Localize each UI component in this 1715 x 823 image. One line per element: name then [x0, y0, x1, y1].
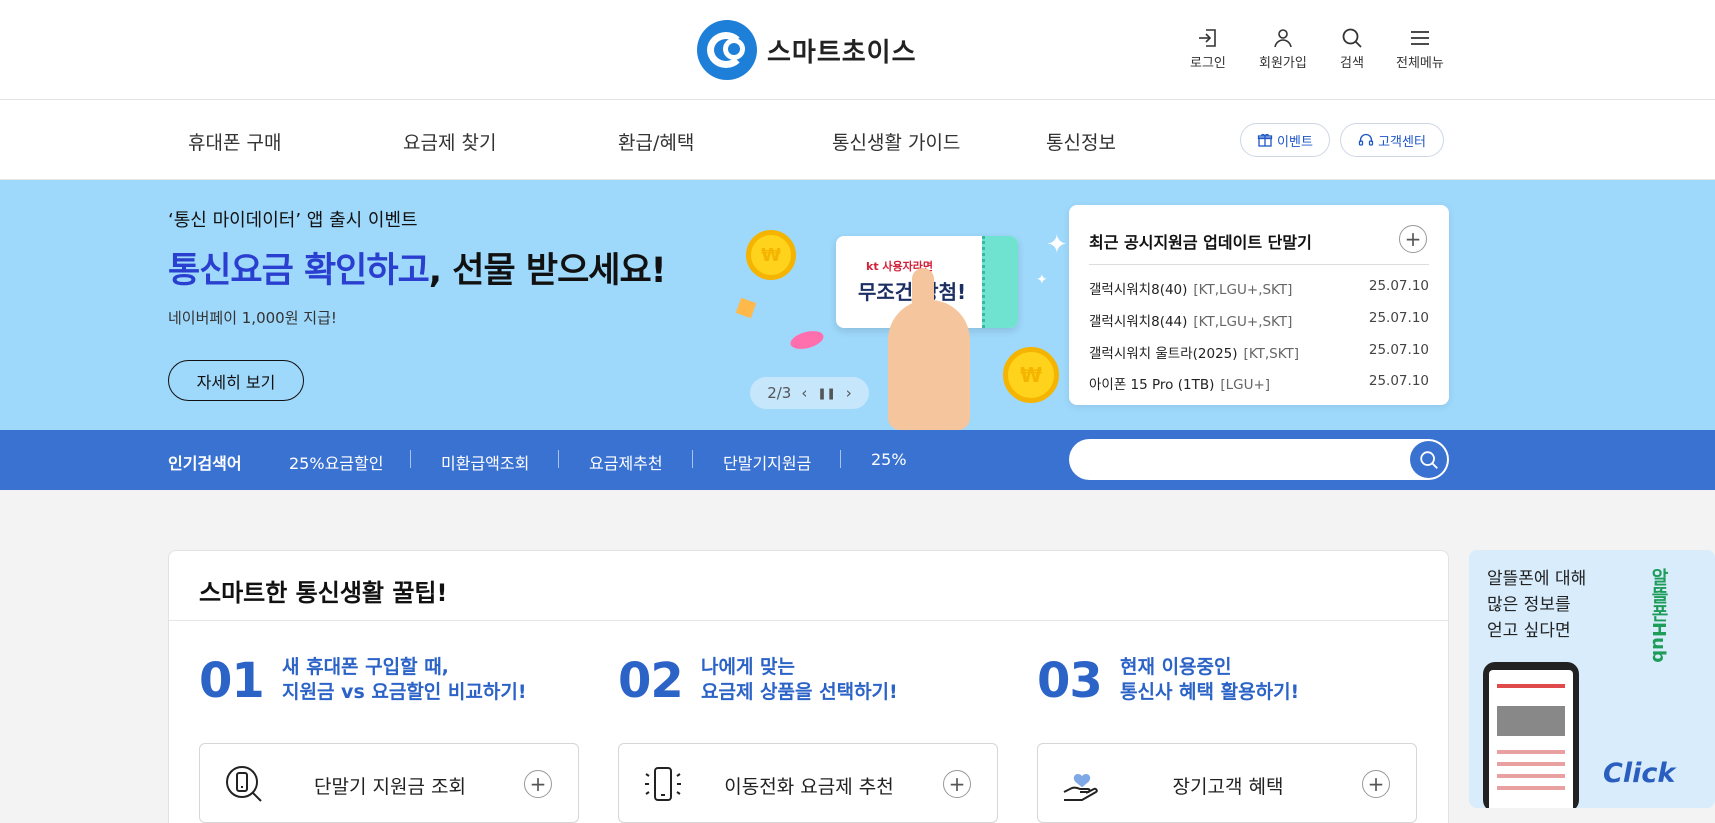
event-label: 이벤트 [1277, 134, 1313, 150]
divider [692, 450, 693, 468]
banner-title: 통신요금 확인하고, 선물 받으세요! [168, 242, 667, 293]
ad-brand-logo: 알뜰폰Hub [1648, 568, 1669, 663]
step-number: 02 [618, 653, 684, 709]
keyword-link[interactable]: 미환급액조회 [441, 450, 529, 474]
divider [840, 450, 841, 468]
coin-icon: ₩ [746, 230, 796, 280]
update-panel: 최근 공시지원금 업데이트 단말기 + 갤럭시워치8(40) [KT,LGU+,S… [1069, 205, 1449, 405]
search-icon [1419, 450, 1438, 469]
divider [558, 450, 559, 468]
pause-icon[interactable]: ❚❚ [817, 387, 835, 400]
nav-refund-benefit[interactable]: 환급/혜택 [618, 128, 694, 155]
logo-mark-icon [697, 20, 757, 80]
update-row[interactable]: 갤럭시워치 울트라(2025) [KT,SKT] 25.07.10 [1089, 342, 1429, 362]
ad-text: 알뜰폰에 대해 많은 정보를 얻고 싶다면 [1487, 569, 1587, 641]
step-text: 나에게 맞는 요금제 상품을 선택하기! [701, 656, 898, 703]
phone-illustration [1483, 662, 1579, 808]
sparkle-icon: ✦ [1036, 272, 1048, 288]
banner-description: 네이버페이 1,000원 지급! [168, 309, 337, 327]
keywords-label: 인기검색어 [168, 454, 242, 473]
divider [410, 450, 411, 468]
all-menu-label: 전체메뉴 [1396, 56, 1444, 71]
cube-decoration [735, 297, 757, 319]
card-label: 장기고객 혜택 [1172, 776, 1284, 798]
signup-label: 회원가입 [1259, 56, 1307, 71]
keyword-link[interactable]: 단말기지원금 [723, 450, 811, 474]
step-number: 01 [199, 653, 265, 709]
update-row[interactable]: 아이폰 15 Pro (1TB) [LGU+] 25.07.10 [1089, 373, 1429, 393]
all-menu-button[interactable]: 전체메뉴 [1396, 26, 1444, 71]
card-plus-icon[interactable]: + [1362, 770, 1390, 798]
banner-pager: 2/3 ‹ ❚❚ › [750, 377, 869, 409]
popular-keywords-bar: 인기검색어 25%요금할인 미환급액조회 요금제추천 단말기지원금 25% [0, 430, 1715, 490]
tips-section: 스마트한 통신생활 꿀팁! 01 새 휴대폰 구입할 때, 지원금 vs 요금할… [168, 550, 1449, 823]
keyword-link[interactable]: 요금제추천 [589, 450, 663, 474]
card-label: 이동전화 요금제 추천 [724, 776, 894, 798]
header: 스마트초이스 로그인 회원가입 검색 전체메뉴 [0, 0, 1715, 100]
search-button[interactable]: 검색 [1340, 26, 1364, 71]
card-plus-icon[interactable]: + [524, 770, 552, 798]
user-icon [1274, 29, 1292, 48]
nav-telecom-info[interactable]: 통신정보 [1046, 128, 1116, 155]
coin-icon: ₩ [1003, 347, 1059, 403]
event-button[interactable]: 이벤트 [1240, 123, 1330, 157]
login-icon [1198, 29, 1216, 47]
banner-title-highlight: 통신요금 확인하고 [168, 251, 430, 291]
card-plus-icon[interactable]: + [943, 770, 971, 798]
pager-count: 2/3 [767, 384, 792, 402]
site-logo[interactable]: 스마트초이스 [697, 20, 917, 80]
nav-phone-purchase[interactable]: 휴대폰 구매 [188, 128, 281, 155]
search-label: 검색 [1340, 56, 1364, 71]
step-text: 현재 이용중인 통신사 혜택 활용하기! [1120, 656, 1300, 703]
update-row[interactable]: 갤럭시워치8(40) [KT,LGU+,SKT] 25.07.10 [1089, 278, 1429, 298]
headset-icon [1358, 133, 1374, 146]
search-submit-button[interactable] [1410, 441, 1447, 478]
step-text: 새 휴대폰 구입할 때, 지원금 vs 요금할인 비교하기! [282, 656, 527, 703]
keyword-link[interactable]: 25% [871, 450, 907, 469]
login-label: 로그인 [1190, 56, 1226, 71]
login-button[interactable]: 로그인 [1190, 26, 1226, 71]
mvno-hub-ad[interactable]: 알뜰폰에 대해 많은 정보를 얻고 싶다면 알뜰폰Hub Click [1469, 550, 1715, 808]
logo-text: 스마트초이스 [767, 37, 917, 68]
coupon-stub [982, 236, 1018, 328]
device-subsidy-card[interactable]: 단말기 지원금 조회 + [199, 743, 579, 823]
hand-illustration [888, 268, 970, 430]
search-icon [1342, 28, 1362, 48]
tips-title: 스마트한 통신생활 꿀팁! [199, 579, 448, 607]
hamburger-icon [1410, 31, 1429, 45]
ribbon-decoration [788, 327, 826, 353]
gift-icon [1257, 133, 1273, 147]
support-label: 고객센터 [1378, 134, 1426, 150]
sparkle-icon: ✦ [1046, 230, 1068, 260]
plan-recommend-card[interactable]: 이동전화 요금제 추천 + [618, 743, 998, 823]
ad-click-label: Click [1603, 758, 1676, 789]
divider [169, 620, 1448, 621]
banner-subtitle: ‘통신 마이데이터’ 앱 출시 이벤트 [168, 210, 418, 231]
nav-guide[interactable]: 통신생활 가이드 [832, 128, 960, 155]
update-row[interactable]: 갤럭시워치8(44) [KT,LGU+,SKT] 25.07.10 [1089, 310, 1429, 330]
hero-banner: ‘통신 마이데이터’ 앱 출시 이벤트 통신요금 확인하고, 선물 받으세요! … [0, 180, 1715, 430]
support-button[interactable]: 고객센터 [1340, 123, 1444, 157]
prev-arrow-icon[interactable]: ‹ [801, 384, 807, 402]
update-more-plus-icon[interactable]: + [1399, 225, 1427, 253]
keyword-search-input[interactable] [1069, 439, 1449, 480]
next-arrow-icon[interactable]: › [846, 384, 852, 402]
signup-button[interactable]: 회원가입 [1259, 26, 1307, 71]
banner-title-rest: , 선물 받으세요! [428, 251, 667, 291]
nav-plan-find[interactable]: 요금제 찾기 [403, 128, 496, 155]
keyword-link[interactable]: 25%요금할인 [289, 450, 383, 474]
banner-detail-button[interactable]: 자세히 보기 [168, 360, 304, 401]
card-label: 단말기 지원금 조회 [314, 776, 466, 798]
loyalty-benefit-card[interactable]: 장기고객 혜택 + [1037, 743, 1417, 823]
divider [1089, 264, 1429, 265]
update-title: 최근 공시지원금 업데이트 단말기 [1089, 233, 1312, 252]
step-number: 03 [1037, 653, 1103, 709]
main-nav: 휴대폰 구매 요금제 찾기 환급/혜택 통신생활 가이드 통신정보 이벤트 고객… [0, 100, 1715, 180]
